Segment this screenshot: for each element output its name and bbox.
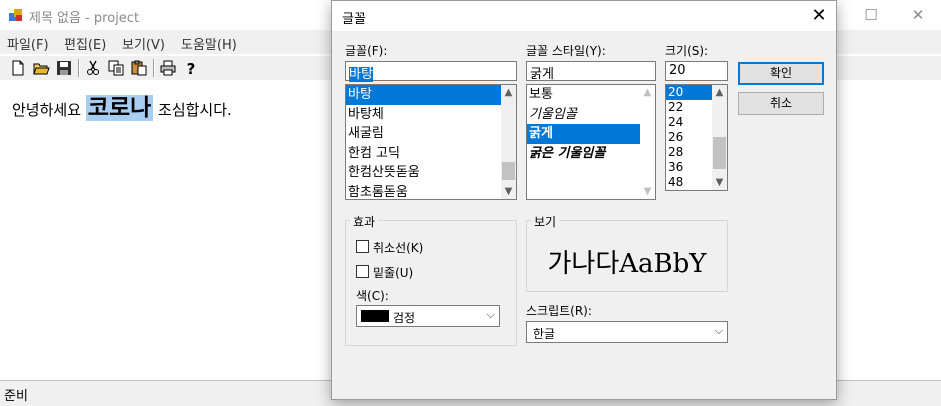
effects-label: 효과 — [350, 213, 379, 230]
font-list-item[interactable]: 한컴산뜻돋움 — [346, 163, 501, 183]
toolbar-separator — [78, 59, 80, 77]
color-label: 색(C): — [356, 289, 389, 303]
scroll-down-icon[interactable]: ▼ — [501, 184, 516, 199]
size-list-item[interactable]: 22 — [666, 100, 712, 115]
ok-button[interactable]: 확인 — [738, 62, 824, 85]
font-list-item[interactable]: 바탕 — [346, 85, 501, 105]
size-list-item[interactable]: 36 — [666, 160, 712, 175]
app-icon — [8, 7, 24, 23]
close-button[interactable]: ✕ — [895, 0, 941, 30]
size-list-item[interactable]: 26 — [666, 130, 712, 145]
font-dialog: 글꼴 ✕ 글꼴(F): 바탕 바탕 바탕체 새굴림 한컴 고딕 한컴산뜻돋움 함초롬돋움 … — [331, 0, 837, 400]
scroll-up-icon[interactable]: ▲ — [501, 85, 516, 100]
status-text: 준비 — [4, 389, 28, 404]
style-list-item[interactable]: 보통 — [527, 85, 640, 105]
style-list-item[interactable]: 기울임꼴 — [527, 105, 640, 125]
chevron-down-icon: ⌵ — [486, 308, 495, 321]
cut-icon[interactable] — [84, 59, 102, 77]
selected-text[interactable]: 코로나 — [85, 95, 154, 121]
script-select-value: 한글 — [533, 327, 556, 341]
style-input[interactable]: 굵게 — [526, 61, 656, 82]
cancel-button[interactable]: 취소 — [738, 92, 824, 115]
new-file-icon[interactable] — [9, 59, 27, 77]
style-list-scrollbar[interactable]: ▲ ▼ — [640, 85, 655, 199]
effects-group — [345, 220, 517, 346]
toolbar-separator — [153, 59, 155, 77]
scroll-up-icon[interactable]: ▲ — [640, 85, 655, 100]
dialog-title-bar: 글꼴 ✕ — [332, 1, 836, 31]
font-list-item[interactable]: 바탕체 — [346, 105, 501, 125]
menu-file[interactable]: 파일(F) — [7, 34, 49, 53]
open-folder-icon[interactable] — [32, 59, 50, 77]
font-input-value: 바탕 — [349, 67, 373, 82]
strikeout-checkbox[interactable] — [356, 240, 369, 253]
print-icon[interactable] — [159, 59, 177, 77]
style-list-item[interactable]: 굵게 — [527, 124, 640, 144]
style-list-item[interactable]: 굵은 기울임꼴 — [527, 144, 640, 164]
copy-icon[interactable] — [107, 59, 125, 77]
font-input[interactable]: 바탕 — [345, 61, 517, 82]
scroll-down-icon[interactable]: ▼ — [640, 184, 655, 199]
svg-text:?: ? — [187, 60, 196, 77]
size-list-item[interactable]: 28 — [666, 145, 712, 160]
font-list-scrollbar[interactable]: ▲ ▼ — [501, 85, 516, 199]
font-list[interactable]: 바탕 바탕체 새굴림 한컴 고딕 한컴산뜻돋움 함초롬돋움 ▲ ▼ — [345, 84, 517, 200]
document-text-before: 안녕하세요 — [12, 101, 86, 119]
dialog-close-button[interactable]: ✕ — [802, 1, 836, 31]
size-list-item[interactable]: 24 — [666, 115, 712, 130]
maximize-button[interactable]: ☐ — [848, 0, 894, 30]
font-list-item[interactable]: 함초롬돋움 — [346, 183, 501, 200]
size-input[interactable]: 20 — [665, 61, 728, 81]
scroll-up-icon[interactable]: ▲ — [712, 85, 727, 100]
chevron-down-icon: ⌵ — [714, 324, 723, 337]
style-label: 글꼴 스타일(Y): — [526, 44, 606, 58]
scroll-thumb[interactable] — [713, 137, 726, 169]
scroll-down-icon[interactable]: ▼ — [712, 175, 727, 190]
font-list-item[interactable]: 새굴림 — [346, 124, 501, 144]
script-label: 스크립트(R): — [526, 304, 592, 318]
script-select[interactable]: 한글 ⌵ — [526, 321, 728, 343]
window-title: 제목 없음 - project — [29, 11, 140, 26]
size-list-scrollbar[interactable]: ▲ ▼ — [712, 85, 727, 190]
underline-label[interactable]: 밑줄(U) — [373, 264, 413, 281]
save-icon[interactable] — [55, 59, 73, 77]
scroll-thumb[interactable] — [502, 162, 515, 180]
preview-text: 가나다AaBbY — [547, 249, 707, 279]
paste-icon[interactable] — [130, 59, 148, 77]
menu-help[interactable]: 도움말(H) — [181, 34, 237, 53]
font-list-items: 바탕 바탕체 새굴림 한컴 고딕 한컴산뜻돋움 함초롬돋움 — [346, 85, 516, 200]
menu-edit[interactable]: 편집(E) — [64, 34, 106, 53]
size-list[interactable]: 20 22 24 26 28 36 48 ▲ ▼ — [665, 84, 728, 191]
menu-view[interactable]: 보기(V) — [122, 34, 165, 53]
style-list[interactable]: 보통 기울임꼴 굵게 굵은 기울임꼴 ▲ ▼ — [526, 84, 656, 200]
size-label: 크기(S): — [665, 44, 709, 58]
size-list-item[interactable]: 48 — [666, 175, 712, 190]
color-select[interactable]: 검정 ⌵ — [356, 305, 500, 327]
preview-label: 보기 — [531, 213, 560, 230]
style-list-items: 보통 기울임꼴 굵게 굵은 기울임꼴 — [527, 85, 655, 163]
color-swatch — [361, 310, 389, 322]
document-text[interactable]: 안녕하세요 코로나 조심합시다. — [12, 88, 232, 122]
size-list-item[interactable]: 20 — [666, 85, 712, 100]
strikeout-label[interactable]: 취소선(K) — [373, 239, 423, 256]
color-select-value: 검정 — [393, 311, 416, 325]
document-text-after: 조심합시다. — [153, 101, 232, 119]
font-list-item[interactable]: 한컴 고딕 — [346, 144, 501, 164]
dialog-title: 글꼴 — [342, 12, 366, 27]
help-icon[interactable]: ? — [182, 59, 200, 77]
font-label: 글꼴(F): — [345, 44, 388, 58]
underline-checkbox[interactable] — [356, 265, 369, 278]
